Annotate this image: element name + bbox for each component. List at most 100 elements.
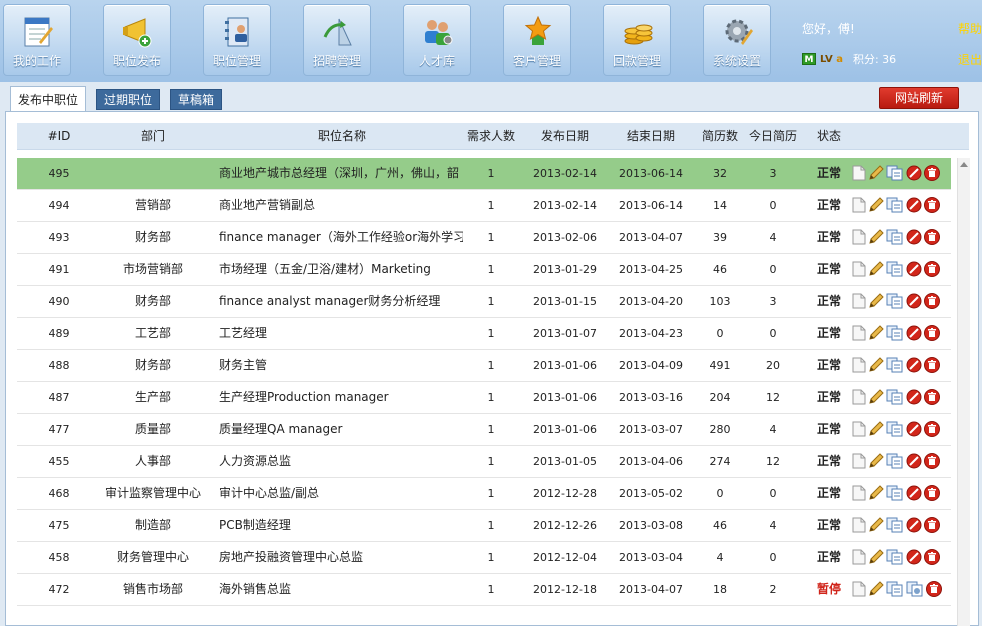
table-row[interactable]: 489 工艺部 工艺经理 1 2013-01-07 2013-04-23 0 0 正常 xyxy=(17,318,951,350)
cell-title[interactable]: PCB制造经理 xyxy=(219,510,463,541)
view-icon[interactable] xyxy=(852,357,866,373)
copy-icon[interactable] xyxy=(886,357,904,373)
delete-icon[interactable] xyxy=(926,581,942,597)
copy-icon[interactable] xyxy=(886,197,904,213)
resume-icon[interactable] xyxy=(906,581,924,597)
delete-icon[interactable] xyxy=(924,261,940,277)
edit-icon[interactable] xyxy=(868,293,884,309)
cell-title[interactable]: 工艺经理 xyxy=(219,318,463,349)
cell-title[interactable]: 商业地产城市总经理（深圳，广州，佛山，韶 xyxy=(219,158,463,189)
delete-icon[interactable] xyxy=(924,485,940,501)
table-row[interactable]: 490 财务部 finance analyst manager财务分析经理 1 2013… xyxy=(17,286,951,318)
vertical-scrollbar[interactable] xyxy=(957,158,970,626)
copy-icon[interactable] xyxy=(886,261,904,277)
scroll-up-arrow-icon[interactable] xyxy=(960,162,968,167)
table-row[interactable]: 491 市场营销部 市场经理（五金/卫浴/建材）Marketing 1 2013-01-… xyxy=(17,254,951,286)
edit-icon[interactable] xyxy=(868,549,884,565)
cell-title[interactable]: 审计中心总监/副总 xyxy=(219,478,463,509)
edit-icon[interactable] xyxy=(868,325,884,341)
view-icon[interactable] xyxy=(852,485,866,501)
delete-icon[interactable] xyxy=(924,389,940,405)
delete-icon[interactable] xyxy=(924,357,940,373)
stop-icon[interactable] xyxy=(906,421,922,437)
view-icon[interactable] xyxy=(852,517,866,533)
delete-icon[interactable] xyxy=(924,229,940,245)
copy-icon[interactable] xyxy=(886,389,904,405)
copy-icon[interactable] xyxy=(886,229,904,245)
edit-icon[interactable] xyxy=(868,517,884,533)
toolbar-button-payment-manage[interactable]: 回款管理 xyxy=(603,4,671,76)
toolbar-button-customer-manage[interactable]: 客户管理 xyxy=(503,4,571,76)
stop-icon[interactable] xyxy=(906,325,922,341)
copy-icon[interactable] xyxy=(886,517,904,533)
table-row[interactable]: 458 财务管理中心 房地产投融资管理中心总监 1 2012-12-04 2013-03-… xyxy=(17,542,951,574)
stop-icon[interactable] xyxy=(906,357,922,373)
tab-drafts[interactable]: 草稿箱 xyxy=(170,89,223,110)
copy-icon[interactable] xyxy=(886,421,904,437)
tab-active-jobs[interactable]: 发布中职位 xyxy=(10,86,87,112)
table-row[interactable]: 494 营销部 商业地产营销副总 1 2013-02-14 2013-06-14 14 0 正常 xyxy=(17,190,951,222)
edit-icon[interactable] xyxy=(868,389,884,405)
table-row[interactable]: 468 审计监察管理中心 审计中心总监/副总 1 2012-12-28 2013-05-0… xyxy=(17,478,951,510)
toolbar-button-job-manage[interactable]: 职位管理 xyxy=(203,4,271,76)
toolbar-button-talent-pool[interactable]: 人才库 xyxy=(403,4,471,76)
site-refresh-button[interactable]: 网站刷新 xyxy=(879,87,959,109)
stop-icon[interactable] xyxy=(906,389,922,405)
view-icon[interactable] xyxy=(852,389,866,405)
edit-icon[interactable] xyxy=(868,165,884,181)
stop-icon[interactable] xyxy=(906,197,922,213)
edit-icon[interactable] xyxy=(868,581,884,597)
table-row[interactable]: 495 商业地产城市总经理（深圳，广州，佛山，韶 1 2013-02-14 2013-0… xyxy=(17,158,951,190)
stop-icon[interactable] xyxy=(906,261,922,277)
stop-icon[interactable] xyxy=(906,453,922,469)
view-icon[interactable] xyxy=(852,549,866,565)
delete-icon[interactable] xyxy=(924,517,940,533)
toolbar-button-publish-job[interactable]: 职位发布 xyxy=(103,4,171,76)
cell-title[interactable]: 市场经理（五金/卫浴/建材）Marketing xyxy=(219,254,463,285)
view-icon[interactable] xyxy=(852,581,866,597)
edit-icon[interactable] xyxy=(868,421,884,437)
copy-icon[interactable] xyxy=(886,325,904,341)
copy-icon[interactable] xyxy=(886,485,904,501)
copy-icon[interactable] xyxy=(886,581,904,597)
edit-icon[interactable] xyxy=(868,357,884,373)
delete-icon[interactable] xyxy=(924,549,940,565)
cell-title[interactable]: 人力资源总监 xyxy=(219,446,463,477)
copy-icon[interactable] xyxy=(886,549,904,565)
stop-icon[interactable] xyxy=(906,549,922,565)
delete-icon[interactable] xyxy=(924,197,940,213)
delete-icon[interactable] xyxy=(924,165,940,181)
edit-icon[interactable] xyxy=(868,261,884,277)
cell-title[interactable]: 质量经理QA manager xyxy=(219,414,463,445)
toolbar-button-settings[interactable]: 系统设置 xyxy=(703,4,771,76)
view-icon[interactable] xyxy=(852,293,866,309)
table-row[interactable]: 455 人事部 人力资源总监 1 2013-01-05 2013-04-06 274 12 正常 xyxy=(17,446,951,478)
copy-icon[interactable] xyxy=(886,165,904,181)
cell-title[interactable]: 财务主管 xyxy=(219,350,463,381)
cell-title[interactable]: finance manager（海外工作经验or海外学习 xyxy=(219,222,463,253)
toolbar-button-my-work[interactable]: 我的工作 xyxy=(3,4,71,76)
view-icon[interactable] xyxy=(852,197,866,213)
edit-icon[interactable] xyxy=(868,453,884,469)
cell-title[interactable]: finance analyst manager财务分析经理 xyxy=(219,286,463,317)
copy-icon[interactable] xyxy=(886,293,904,309)
stop-icon[interactable] xyxy=(906,485,922,501)
view-icon[interactable] xyxy=(852,325,866,341)
edit-icon[interactable] xyxy=(868,485,884,501)
stop-icon[interactable] xyxy=(906,517,922,533)
stop-icon[interactable] xyxy=(906,165,922,181)
copy-icon[interactable] xyxy=(886,453,904,469)
table-row[interactable]: 493 财务部 finance manager（海外工作经验or海外学习 1 2013-… xyxy=(17,222,951,254)
help-link[interactable]: 帮助 xyxy=(958,20,982,37)
view-icon[interactable] xyxy=(852,421,866,437)
delete-icon[interactable] xyxy=(924,421,940,437)
view-icon[interactable] xyxy=(852,229,866,245)
view-icon[interactable] xyxy=(852,453,866,469)
tab-expired-jobs[interactable]: 过期职位 xyxy=(96,89,161,110)
stop-icon[interactable] xyxy=(906,229,922,245)
table-row[interactable]: 477 质量部 质量经理QA manager 1 2013-01-06 2013-03-0… xyxy=(17,414,951,446)
stop-icon[interactable] xyxy=(906,293,922,309)
delete-icon[interactable] xyxy=(924,293,940,309)
edit-icon[interactable] xyxy=(868,229,884,245)
cell-title[interactable]: 商业地产营销副总 xyxy=(219,190,463,221)
